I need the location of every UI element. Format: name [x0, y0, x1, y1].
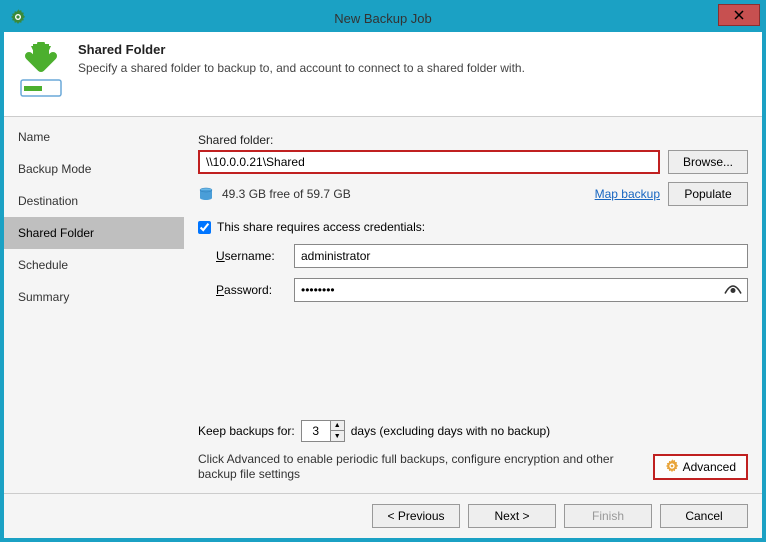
gear-icon [10, 9, 26, 28]
advanced-hint-text: Click Advanced to enable periodic full b… [198, 452, 641, 483]
sidebar-item-destination[interactable]: Destination [4, 185, 184, 217]
cancel-button[interactable]: Cancel [660, 504, 748, 528]
sidebar-item-summary[interactable]: Summary [4, 281, 184, 313]
sidebar-item-backup-mode[interactable]: Backup Mode [4, 153, 184, 185]
sidebar-item-name[interactable]: Name [4, 121, 184, 153]
keep-backups-value[interactable] [302, 421, 330, 441]
gear-icon [665, 459, 679, 476]
shared-folder-label: Shared folder: [198, 133, 748, 147]
keep-backups-suffix: days (excluding days with no backup) [351, 424, 550, 438]
password-label: Password: [216, 283, 284, 297]
username-input[interactable] [294, 244, 748, 268]
populate-button[interactable]: Populate [668, 182, 748, 206]
previous-button[interactable]: < Previous [372, 504, 460, 528]
page-header: Shared Folder Specify a shared folder to… [4, 32, 762, 117]
next-button[interactable]: Next > [468, 504, 556, 528]
keep-backups-spinner[interactable]: ▲ ▼ [301, 420, 345, 442]
finish-button: Finish [564, 504, 652, 528]
username-label: Username: [216, 249, 284, 263]
dialog-body: Name Backup Mode Destination Shared Fold… [4, 117, 762, 493]
advanced-button-label: Advanced [683, 460, 736, 474]
main-panel: Shared folder: Browse... 49.3 GB free of… [184, 117, 762, 493]
sidebar-item-shared-folder[interactable]: Shared Folder [4, 217, 184, 249]
password-input[interactable] [294, 278, 748, 302]
reveal-password-icon[interactable] [724, 283, 742, 298]
page-title: Shared Folder [78, 42, 525, 57]
spinner-down[interactable]: ▼ [331, 431, 344, 441]
map-backup-link[interactable]: Map backup [595, 187, 660, 201]
disk-icon [198, 186, 214, 202]
header-text: Shared Folder Specify a shared folder to… [78, 42, 525, 102]
window-title: New Backup Job [334, 11, 432, 26]
sidebar-item-schedule[interactable]: Schedule [4, 249, 184, 281]
spinner-up[interactable]: ▲ [331, 421, 344, 432]
close-button[interactable] [718, 4, 760, 26]
requires-credentials-checkbox[interactable] [198, 221, 211, 234]
dialog-window: New Backup Job Shared Folder Specify a s… [4, 4, 762, 538]
titlebar: New Backup Job [4, 4, 762, 32]
browse-button[interactable]: Browse... [668, 150, 748, 174]
dialog-footer: < Previous Next > Finish Cancel [4, 493, 762, 538]
shared-folder-input[interactable] [198, 150, 660, 174]
page-subtitle: Specify a shared folder to backup to, an… [78, 61, 525, 75]
disk-free-text: 49.3 GB free of 59.7 GB [222, 187, 351, 201]
sidebar: Name Backup Mode Destination Shared Fold… [4, 117, 184, 493]
close-icon [734, 10, 744, 20]
requires-credentials-label: This share requires access credentials: [217, 220, 425, 234]
advanced-button[interactable]: Advanced [653, 454, 748, 480]
keep-backups-label: Keep backups for: [198, 424, 295, 438]
header-icon [18, 42, 64, 102]
